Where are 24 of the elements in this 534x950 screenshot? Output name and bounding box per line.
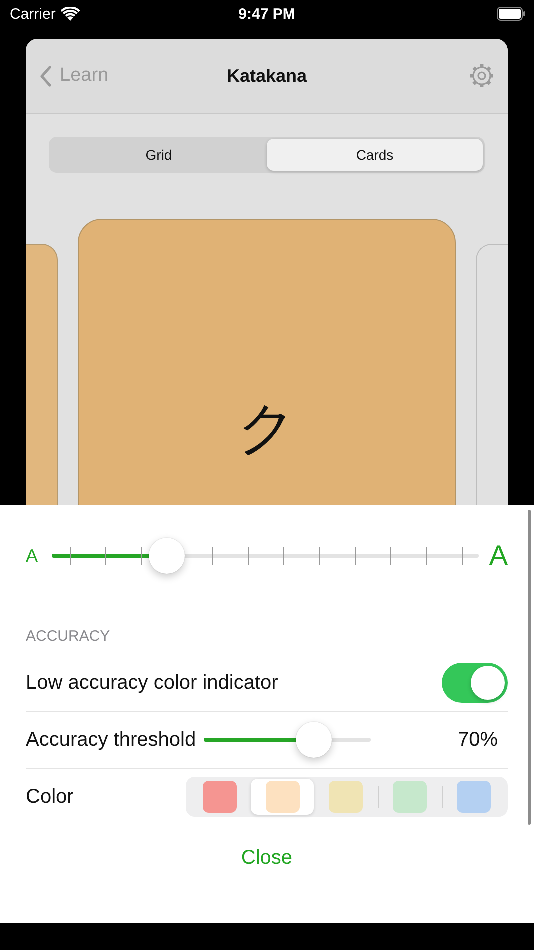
wifi-icon bbox=[60, 7, 80, 21]
gear-icon[interactable] bbox=[468, 62, 496, 90]
battery-icon bbox=[497, 7, 526, 21]
toggle-switch[interactable] bbox=[442, 663, 508, 703]
threshold-value: 70% bbox=[458, 728, 499, 752]
chevron-icon bbox=[40, 66, 52, 86]
status-time: 9:47 PM bbox=[238, 6, 296, 22]
flash-card[interactable]: ク bbox=[78, 219, 456, 505]
slider-thumb[interactable] bbox=[296, 722, 332, 758]
kana-character: ク bbox=[238, 400, 296, 458]
setting-label: Accuracy threshold bbox=[26, 728, 196, 752]
setting-label: Color bbox=[26, 786, 74, 808]
large-text-label: A bbox=[489, 540, 508, 572]
threshold-slider[interactable] bbox=[204, 722, 372, 758]
segment-tab[interactable]: Grid bbox=[51, 139, 267, 171]
screen-title: Katakana bbox=[226, 66, 308, 86]
font-size-slider[interactable] bbox=[52, 538, 480, 574]
carrier-label: Carrier bbox=[10, 6, 56, 22]
section-header: ACCURACY bbox=[26, 628, 112, 645]
segment-tab[interactable]: Cards bbox=[267, 139, 483, 171]
color-option[interactable] bbox=[251, 779, 314, 815]
slider-thumb[interactable] bbox=[149, 538, 186, 574]
small-text-label: A bbox=[26, 546, 40, 566]
setting-label: Low accuracy color indicator bbox=[26, 672, 278, 694]
